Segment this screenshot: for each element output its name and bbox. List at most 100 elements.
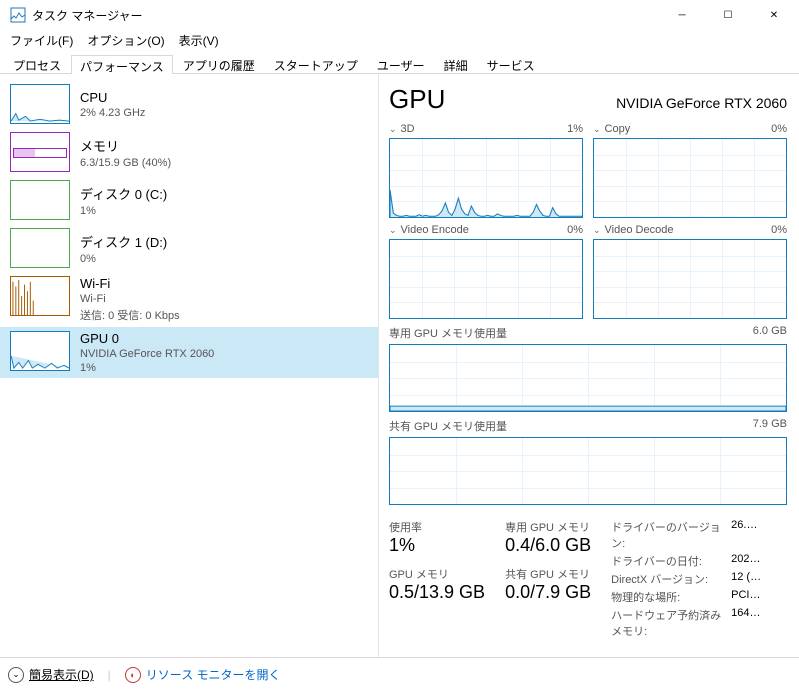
- menu-view[interactable]: 表示(V): [173, 30, 225, 51]
- fewer-details-button[interactable]: ⌄ 簡易表示(D): [8, 666, 94, 683]
- footer: ⌄ 簡易表示(D) | ◐ リソース モニターを開く: [0, 657, 799, 691]
- detail-value: 12 (…: [731, 571, 761, 587]
- app-icon: [10, 7, 26, 23]
- chart-shared-mem: 共有 GPU メモリ使用量 7.9 GB: [389, 418, 787, 505]
- chevron-down-icon[interactable]: ⌄: [593, 124, 601, 134]
- chart-value: 0%: [771, 224, 787, 236]
- cpu-thumbnail: [10, 84, 70, 124]
- chart-canvas: [389, 437, 787, 505]
- detail-key: ドライバーのバージョン:: [611, 519, 731, 551]
- sidebar-item-disk0[interactable]: ディスク 0 (C:) 1%: [0, 176, 378, 224]
- metric-label: GPU メモリ: [389, 566, 485, 582]
- chevron-down-icon[interactable]: ⌄: [389, 225, 397, 235]
- chart-value: 7.9 GB: [753, 418, 787, 434]
- sidebar-item-wifi[interactable]: Wi-Fi Wi-Fi 送信: 0 受信: 0 Kbps: [0, 272, 378, 327]
- menu-options[interactable]: オプション(O): [81, 30, 170, 51]
- memory-thumbnail: [10, 132, 70, 172]
- sidebar-item-gpu0[interactable]: GPU 0 NVIDIA GeForce RTX 2060 1%: [0, 327, 378, 378]
- sidebar-item-disk1[interactable]: ディスク 1 (D:) 0%: [0, 224, 378, 272]
- detail-value: PCI …: [731, 589, 761, 605]
- chart-canvas: [389, 138, 583, 218]
- chart-video-decode: ⌄ Video Decode 0%: [593, 224, 787, 319]
- sidebar-item-sub: 6.3/15.9 GB (40%): [80, 157, 171, 169]
- stats: 使用率1% GPU メモリ0.5/13.9 GB 専用 GPU メモリ0.4/6…: [389, 519, 787, 639]
- page-title: GPU: [389, 84, 445, 115]
- sidebar-item-cpu[interactable]: CPU 2% 4.23 GHz: [0, 80, 378, 128]
- disk-thumbnail: [10, 180, 70, 220]
- detail-value: 202…: [731, 553, 761, 569]
- sidebar-item-sub: 1%: [80, 205, 167, 217]
- chart-canvas: [593, 138, 787, 218]
- chart-dedicated-mem: 専用 GPU メモリ使用量 6.0 GB: [389, 325, 787, 412]
- tabs: プロセス パフォーマンス アプリの履歴 スタートアップ ユーザー 詳細 サービス: [0, 50, 799, 74]
- sidebar-item-sub: Wi-Fi: [80, 293, 180, 305]
- close-button[interactable]: ✕: [751, 0, 797, 30]
- chart-label: 専用 GPU メモリ使用量: [389, 325, 507, 341]
- chart-label[interactable]: Copy: [605, 123, 631, 135]
- titlebar: タスク マネージャー ─ ☐ ✕: [0, 0, 799, 30]
- chart-canvas: [389, 239, 583, 319]
- chart-canvas: [389, 344, 787, 412]
- wifi-thumbnail: [10, 276, 70, 316]
- details-list: ドライバーのバージョン:26.2… ドライバーの日付:202… DirectX …: [611, 519, 761, 639]
- chart-value: 0%: [567, 224, 583, 236]
- chart-value: 6.0 GB: [753, 325, 787, 341]
- device-name: NVIDIA GeForce RTX 2060: [616, 95, 787, 111]
- chart-value: 1%: [567, 123, 583, 135]
- metric-label: 専用 GPU メモリ: [505, 519, 591, 535]
- sidebar-item-label: Wi-Fi: [80, 276, 180, 291]
- chart-video-encode: ⌄ Video Encode 0%: [389, 224, 583, 319]
- menu-file[interactable]: ファイル(F): [4, 30, 79, 51]
- sidebar-item-label: ディスク 1 (D:): [80, 232, 167, 251]
- chart-3d: ⌄ 3D 1%: [389, 123, 583, 218]
- content: CPU 2% 4.23 GHz メモリ 6.3/15.9 GB (40%) ディ…: [0, 74, 799, 657]
- detail-value: 26.2…: [731, 519, 761, 551]
- tab-users[interactable]: ユーザー: [368, 54, 434, 73]
- chart-copy: ⌄ Copy 0%: [593, 123, 787, 218]
- tab-app-history[interactable]: アプリの履歴: [174, 54, 264, 73]
- detail-key: 物理的な場所:: [611, 589, 731, 605]
- sidebar-item-sub2: 1%: [80, 362, 214, 374]
- detail-value: 164 …: [731, 607, 761, 639]
- resource-monitor-link[interactable]: ◐ リソース モニターを開く: [125, 666, 281, 683]
- main-header: GPU NVIDIA GeForce RTX 2060: [389, 84, 787, 115]
- chevron-down-icon[interactable]: ⌄: [593, 225, 601, 235]
- chart-label[interactable]: 3D: [401, 123, 415, 135]
- window-title: タスク マネージャー: [32, 7, 659, 24]
- metric-value: 1%: [389, 535, 485, 556]
- sidebar-item-label: GPU 0: [80, 331, 214, 346]
- tab-performance[interactable]: パフォーマンス: [71, 55, 173, 74]
- metric-label: 共有 GPU メモリ: [505, 566, 591, 582]
- sidebar-item-label: メモリ: [80, 136, 171, 155]
- tab-startup[interactable]: スタートアップ: [265, 54, 367, 73]
- chart-label[interactable]: Video Decode: [605, 224, 674, 236]
- sidebar-item-sub: NVIDIA GeForce RTX 2060: [80, 348, 214, 360]
- tab-processes[interactable]: プロセス: [4, 54, 70, 73]
- chevron-down-icon[interactable]: ⌄: [389, 124, 397, 134]
- chart-canvas: [593, 239, 787, 319]
- maximize-button[interactable]: ☐: [705, 0, 751, 30]
- metric-value: 0.5/13.9 GB: [389, 582, 485, 603]
- sidebar-item-memory[interactable]: メモリ 6.3/15.9 GB (40%): [0, 128, 378, 176]
- chart-value: 0%: [771, 123, 787, 135]
- sidebar-item-sub2: 送信: 0 受信: 0 Kbps: [80, 307, 180, 323]
- window-controls: ─ ☐ ✕: [659, 0, 797, 30]
- tab-details[interactable]: 詳細: [435, 54, 477, 73]
- disk-thumbnail: [10, 228, 70, 268]
- metric-label: 使用率: [389, 519, 485, 535]
- detail-key: ドライバーの日付:: [611, 553, 731, 569]
- resource-monitor-icon: ◐: [125, 667, 141, 683]
- gpu-thumbnail: [10, 331, 70, 371]
- menubar: ファイル(F) オプション(O) 表示(V): [0, 30, 799, 50]
- chart-label: 共有 GPU メモリ使用量: [389, 418, 507, 434]
- metric-value: 0.0/7.9 GB: [505, 582, 591, 603]
- chart-label[interactable]: Video Encode: [401, 224, 469, 236]
- chevron-down-icon: ⌄: [8, 667, 24, 683]
- tab-services[interactable]: サービス: [478, 54, 544, 73]
- minimize-button[interactable]: ─: [659, 0, 705, 30]
- sidebar-item-label: ディスク 0 (C:): [80, 184, 167, 203]
- sidebar-item-label: CPU: [80, 90, 145, 105]
- main-panel: GPU NVIDIA GeForce RTX 2060 ⌄ 3D 1% ⌄ Copy 0…: [378, 74, 799, 657]
- sidebar-item-sub: 0%: [80, 253, 167, 265]
- detail-key: DirectX バージョン:: [611, 571, 731, 587]
